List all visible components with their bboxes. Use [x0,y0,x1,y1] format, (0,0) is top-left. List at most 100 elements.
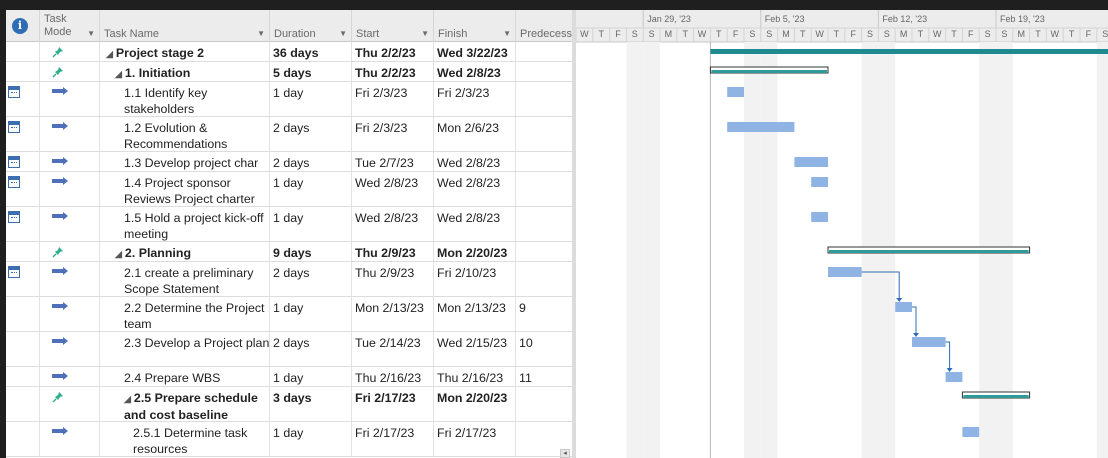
start-cell[interactable]: Mon 2/13/23 [352,297,434,331]
task-name-cell[interactable]: 1.1 Identify key stakeholders [100,82,270,116]
task-mode-cell[interactable] [40,262,100,296]
predecessors-cell[interactable]: 10 [516,332,572,366]
duration-cell[interactable]: 1 day [270,207,352,241]
task-row[interactable]: 2.5.1 Determine task resources 1 day Fri 2… [6,422,572,457]
indicator-cell[interactable] [6,172,40,206]
task-name-cell[interactable]: ◢ 2.5 Prepare schedule and cost baseline [100,387,270,422]
indicator-cell[interactable] [6,82,40,116]
task-mode-cell[interactable] [40,207,100,241]
task-mode-cell[interactable] [40,117,100,151]
start-cell[interactable]: Fri 2/17/23 [352,387,434,421]
task-name[interactable]: ◢ Project stage 2 [106,45,204,62]
duration-cell[interactable]: 2 days [270,332,352,366]
task-name-cell[interactable]: 1.5 Hold a project kick-off meeting [100,207,270,241]
indicator-cell[interactable] [6,207,40,241]
duration-cell[interactable]: 9 days [270,242,352,261]
task-row[interactable]: 2.4 Prepare WBS 1 day Thu 2/16/23 Thu 2/16/… [6,367,572,387]
duration-cell[interactable]: 1 day [270,82,352,116]
task-name[interactable]: 1.4 Project sponsor Reviews Project char… [124,175,274,207]
predecessors-cell[interactable] [516,42,572,61]
task-name[interactable]: 2.2 Determine the Project team [124,300,274,332]
finish-cell[interactable]: Fri 2/17/23 [434,422,516,456]
indicator-cell[interactable] [6,297,40,331]
task-row[interactable]: 1.3 Develop project char 2 days Tue 2/7/23… [6,152,572,172]
filter-arrow-icon[interactable]: ▼ [257,29,265,38]
finish-cell[interactable]: Fri 2/10/23 [434,262,516,296]
task-name-cell[interactable]: 2.5.1 Determine task resources [100,422,270,456]
predecessors-cell[interactable] [516,62,572,81]
task-name-cell[interactable]: ◢ 1. Initiation [100,62,270,81]
predecessors-cell[interactable]: 11 [516,367,572,386]
predecessors-cell[interactable] [516,172,572,206]
task-name[interactable]: 2.1 create a preliminary Scope Statement [124,265,274,297]
task-row[interactable]: 2.2 Determine the Project team 1 day Mon 2… [6,297,572,332]
task-name[interactable]: 1.5 Hold a project kick-off meeting [124,210,274,242]
duration-cell[interactable]: 1 day [270,172,352,206]
indicator-cell[interactable] [6,367,40,386]
task-row[interactable]: ◢ 2.5 Prepare schedule and cost baseline 3… [6,387,572,422]
filter-arrow-icon[interactable]: ▼ [87,29,95,38]
task-mode-cell[interactable] [40,62,100,81]
task-name-cell[interactable]: 1.4 Project sponsor Reviews Project char… [100,172,270,206]
predecessors-cell[interactable]: 9 [516,297,572,331]
finish-header[interactable]: Finish ▼ [434,10,516,42]
task-mode-cell[interactable] [40,332,100,366]
task-mode-cell[interactable] [40,297,100,331]
finish-cell[interactable]: Mon 2/6/23 [434,117,516,151]
task-name-cell[interactable]: ◢ 2. Planning [100,242,270,261]
indicator-cell[interactable] [6,152,40,171]
task-name-cell[interactable]: 1.3 Develop project char [100,152,270,171]
task-name[interactable]: 1.1 Identify key stakeholders [124,85,274,117]
finish-cell[interactable]: Wed 2/8/23 [434,172,516,206]
finish-cell[interactable]: Fri 2/3/23 [434,82,516,116]
indicator-cell[interactable] [6,262,40,296]
task-row[interactable]: ◢ Project stage 2 36 days Thu 2/2/23 Wed 3/2… [6,42,572,62]
task-name[interactable]: 1.3 Develop project char [124,155,258,171]
duration-cell[interactable]: 1 day [270,422,352,456]
finish-cell[interactable]: Mon 2/20/23 [434,242,516,261]
finish-cell[interactable]: Wed 2/8/23 [434,207,516,241]
task-name[interactable]: 2.3 Develop a Project plan [124,335,274,351]
collapse-caret-icon[interactable]: ◢ [106,49,113,59]
task-name[interactable]: ◢ 1. Initiation [115,65,190,82]
collapse-caret-icon[interactable]: ◢ [124,394,131,404]
task-name-cell[interactable]: 2.4 Prepare WBS [100,367,270,386]
task-row[interactable]: 2.1 create a preliminary Scope Statement… [6,262,572,297]
collapse-caret-icon[interactable]: ◢ [115,69,122,79]
task-name-cell[interactable]: 2.2 Determine the Project team [100,297,270,331]
predecessors-cell[interactable] [516,82,572,116]
predecessors-header[interactable]: Predecesso [516,10,572,42]
predecessors-cell[interactable] [516,262,572,296]
finish-cell[interactable]: Wed 2/8/23 [434,62,516,81]
task-name[interactable]: 1.2 Evolution & Recommendations [124,120,274,152]
filter-arrow-icon[interactable]: ▼ [421,29,429,38]
task-name[interactable]: 2.4 Prepare WBS [124,370,220,386]
start-cell[interactable]: Fri 2/17/23 [352,422,434,456]
predecessors-cell[interactable] [516,242,572,261]
finish-cell[interactable]: Wed 3/22/23 [434,42,516,61]
finish-cell[interactable]: Mon 2/20/23 [434,387,516,421]
task-name[interactable]: ◢ 2.5 Prepare schedule and cost baseline [124,390,274,423]
task-mode-cell[interactable] [40,82,100,116]
start-header[interactable]: Start ▼ [352,10,434,42]
task-row[interactable]: ◢ 2. Planning 9 days Thu 2/9/23 Mon 2/20/23 [6,242,572,262]
task-mode-cell[interactable] [40,172,100,206]
task-mode-cell[interactable] [40,42,100,61]
task-name-header[interactable]: Task Name ▼ [100,10,270,42]
indicator-cell[interactable] [6,387,40,421]
task-row[interactable]: 2.3 Develop a Project plan 2 days Tue 2/14… [6,332,572,367]
duration-cell[interactable]: 2 days [270,117,352,151]
task-row[interactable]: 1.5 Hold a project kick-off meeting 1 day… [6,207,572,242]
task-row[interactable]: 1.4 Project sponsor Reviews Project char… [6,172,572,207]
duration-cell[interactable]: 1 day [270,297,352,331]
start-cell[interactable]: Thu 2/9/23 [352,242,434,261]
task-name[interactable]: 2.5.1 Determine task resources [133,425,283,457]
start-cell[interactable]: Fri 2/3/23 [352,82,434,116]
task-name-cell[interactable]: 2.1 create a preliminary Scope Statement [100,262,270,296]
predecessors-cell[interactable] [516,117,572,151]
start-cell[interactable]: Thu 2/2/23 [352,62,434,81]
task-name-cell[interactable]: 1.2 Evolution & Recommendations [100,117,270,151]
indicators-header[interactable]: i [6,10,40,42]
filter-arrow-icon[interactable]: ▼ [339,29,347,38]
start-cell[interactable]: Thu 2/2/23 [352,42,434,61]
